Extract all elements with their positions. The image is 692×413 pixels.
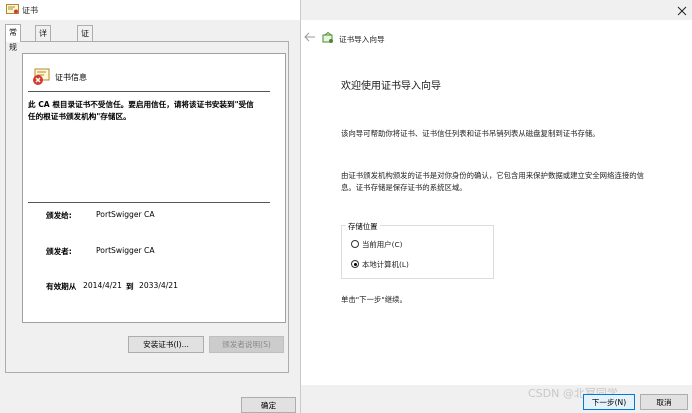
certificate-error-icon xyxy=(33,68,50,85)
wizard-title: 证书导入向导 xyxy=(339,35,385,44)
wizard-description-2-line-1: 由证书颁发机构颁发的证书是对你身份的确认，它包含用来保护数据或建立安全网络连接的… xyxy=(341,171,645,180)
issuer-statement-button[interactable]: 颁发者说明(S) xyxy=(209,336,284,353)
certificate-icon xyxy=(6,4,19,14)
issued-by-label: 颁发者: xyxy=(46,247,72,256)
info-divider xyxy=(28,91,270,92)
wizard-heading: 欢迎使用证书导入向导 xyxy=(341,81,441,92)
local-machine-radio[interactable] xyxy=(351,260,359,268)
valid-from-value: 2014/4/21 xyxy=(83,281,122,290)
certificate-wizard-icon xyxy=(322,32,333,43)
install-certificate-button[interactable]: 安装证书(I)... xyxy=(128,336,204,353)
issued-to-label: 颁发给: xyxy=(46,211,72,220)
wizard-content-area xyxy=(301,20,692,385)
back-arrow-icon[interactable] xyxy=(304,32,316,42)
wizard-description-2-line-2: 息。证书存储是保存证书的系统区域。 xyxy=(341,183,467,192)
local-machine-label[interactable]: 本地计算机(L) xyxy=(362,259,409,270)
valid-from-label: 有效期从 xyxy=(46,282,77,291)
info-divider-2 xyxy=(28,202,270,203)
issued-by-value: PortSwigger CA xyxy=(96,246,155,255)
certificate-info-heading: 证书信息 xyxy=(55,73,87,82)
trust-warning-line-2: 任的根证书颁发机构"存储区。 xyxy=(28,112,131,121)
valid-to-word: 到 xyxy=(126,282,134,291)
next-button[interactable]: 下一步(N) xyxy=(583,394,635,410)
cancel-button[interactable]: 取消 xyxy=(640,394,688,410)
tab-details[interactable]: 详细信息 xyxy=(35,25,51,83)
store-location-legend: 存储位置 xyxy=(346,221,380,232)
trust-warning-line-1: 此 CA 根目录证书不受信任。要启用信任，请将该证书安装到"受信 xyxy=(28,100,254,109)
valid-to-value: 2033/4/21 xyxy=(139,281,178,290)
tab-general[interactable]: 常规 xyxy=(5,24,21,52)
tab-cert-path[interactable]: 证书路径 xyxy=(77,25,93,83)
ok-button[interactable]: 确定 xyxy=(241,397,296,413)
wizard-description-1: 该向导可帮助你将证书、证书信任列表和证书吊销列表从磁盘复制到证书存储。 xyxy=(341,129,600,138)
store-location-group xyxy=(341,225,494,279)
close-icon[interactable] xyxy=(677,6,687,16)
current-user-label[interactable]: 当前用户(C) xyxy=(362,239,403,250)
issued-to-value: PortSwigger CA xyxy=(96,210,155,219)
current-user-radio[interactable] xyxy=(351,240,359,248)
certificate-titlebar xyxy=(0,0,300,20)
continue-instruction: 单击"下一步"继续。 xyxy=(341,295,407,304)
certificate-window-title: 证书 xyxy=(22,6,38,15)
